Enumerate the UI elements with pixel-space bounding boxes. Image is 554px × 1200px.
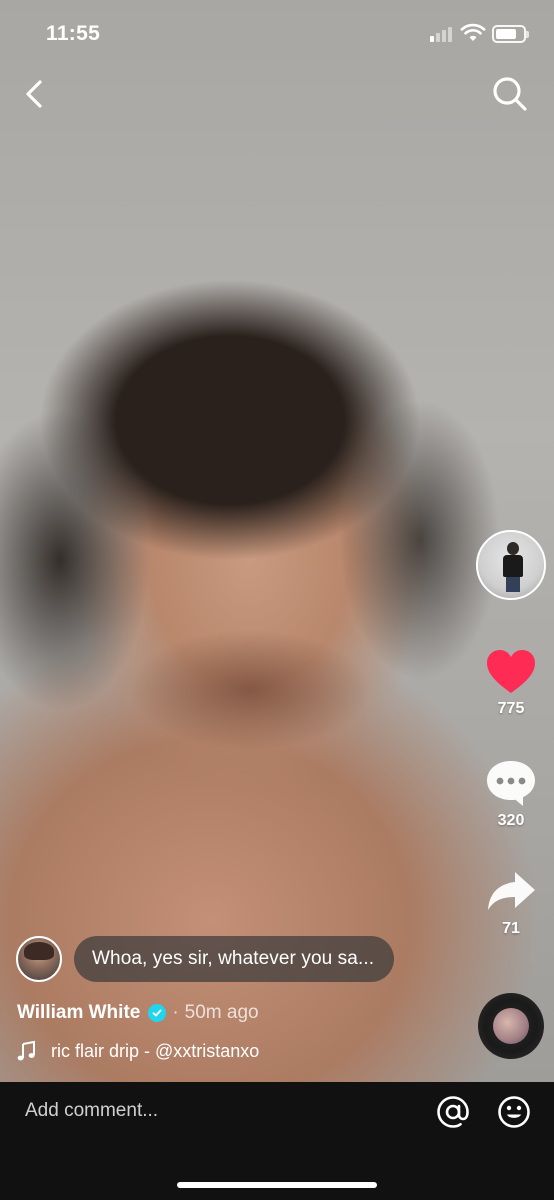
- share-button[interactable]: 71: [474, 868, 548, 938]
- like-button[interactable]: 775: [474, 648, 548, 718]
- comment-bubble-icon: [487, 761, 535, 806]
- comment-count: 320: [497, 812, 525, 829]
- wifi-icon: [460, 23, 486, 41]
- commenter-avatar: [16, 936, 62, 982]
- at-icon[interactable]: [436, 1095, 470, 1129]
- chevron-left-icon[interactable]: [18, 76, 54, 112]
- separator-dot: ·: [172, 1002, 179, 1023]
- comment-button[interactable]: 320: [474, 758, 548, 830]
- featured-comment[interactable]: Whoa, yes sir, whatever you sa...: [16, 936, 395, 982]
- music-cover: [493, 1008, 529, 1044]
- status-time: 11:55: [46, 22, 101, 45]
- author-line: William White · 50m ago: [17, 1000, 457, 1026]
- battery-icon: [492, 25, 529, 43]
- add-comment-input[interactable]: Add comment...: [25, 1100, 158, 1122]
- time-ago: 50m ago: [184, 1002, 259, 1023]
- search-icon[interactable]: [490, 74, 530, 114]
- status-bar: 11:55: [0, 0, 554, 70]
- creator-avatar[interactable]: [476, 530, 546, 600]
- like-count: 775: [497, 700, 525, 717]
- featured-comment-text: Whoa, yes sir, whatever you sa...: [74, 936, 395, 982]
- heart-icon: [487, 650, 535, 693]
- music-title: ric flair drip - @xxtristanxo: [51, 1040, 260, 1061]
- avatar-figure: [502, 542, 524, 592]
- author-name[interactable]: William White: [17, 1002, 140, 1024]
- emoji-icon[interactable]: [497, 1095, 531, 1129]
- music-note-icon: [17, 1040, 35, 1061]
- signal-icon: [430, 26, 452, 42]
- share-count: 71: [502, 920, 520, 937]
- home-indicator[interactable]: [177, 1182, 377, 1188]
- music-line[interactable]: ric flair drip - @xxtristanxo: [17, 1038, 457, 1064]
- video-content: [0, 0, 554, 1082]
- share-arrow-icon: [488, 872, 535, 910]
- video-meta: William White · 50m ago ric flair drip -…: [17, 1000, 457, 1064]
- music-disc-icon[interactable]: [478, 993, 544, 1059]
- verified-badge-icon: [148, 1004, 167, 1022]
